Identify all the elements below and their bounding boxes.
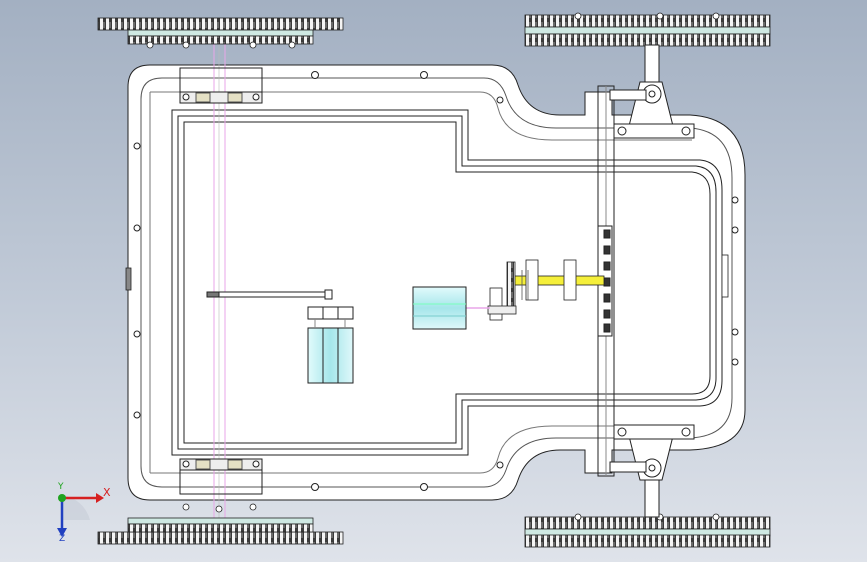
battery-pack	[307, 306, 354, 384]
triad-z-label: Z	[59, 534, 66, 544]
front-tab	[721, 254, 729, 298]
triad-x-label: X	[103, 486, 111, 499]
side-tab	[125, 267, 132, 291]
triad-y-label: Y	[58, 482, 64, 492]
motor-block	[412, 286, 467, 330]
cad-viewport[interactable]: X Y Z	[0, 0, 867, 562]
chassis-drawing	[97, 12, 771, 548]
